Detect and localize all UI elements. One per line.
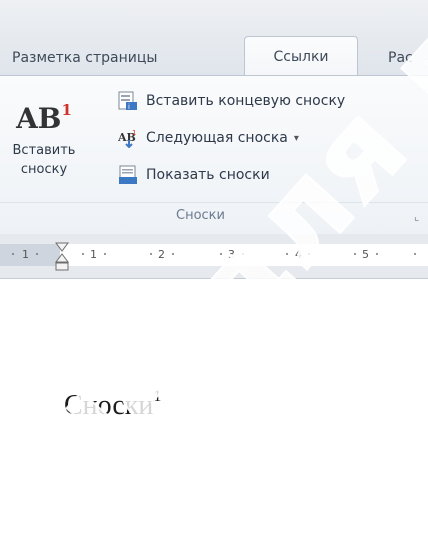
ruler-tick [82, 253, 84, 255]
tab-references[interactable]: Ссылки [244, 36, 358, 76]
insert-endnote-button[interactable]: i Вставить концевую сноску [118, 88, 345, 114]
dialog-launcher-icon[interactable]: ⌞ [414, 210, 419, 223]
indent-marker-icon[interactable] [55, 242, 69, 272]
next-footnote-dropdown-icon[interactable]: ▾ [294, 133, 299, 144]
tab-page-layout[interactable]: Разметка страницы [12, 41, 157, 75]
ruler-tick [150, 253, 152, 255]
ribbon-references-panel: AB1 Вставить сноску i Вставить концевую … [0, 75, 428, 235]
ruler-tick [376, 253, 378, 255]
insert-footnote-button[interactable]: AB1 Вставить сноску [6, 94, 82, 179]
ruler-number: 3 [228, 248, 235, 261]
insert-endnote-label: Вставить концевую сноску [146, 93, 346, 109]
insert-endnote-icon: i [118, 91, 138, 111]
insert-footnote-label: Вставить сноску [12, 143, 76, 177]
next-footnote-icon: AB 1 [117, 128, 138, 149]
show-notes-icon [118, 165, 138, 185]
svg-text:1: 1 [132, 129, 136, 137]
footnotes-group-label: Сноски [176, 208, 225, 223]
ruler-tick [104, 253, 106, 255]
ribbon-tab-strip: Разметка страницы Ссылки Рас [0, 0, 428, 76]
ruler-tick [242, 253, 244, 255]
ruler-number: 4 [295, 248, 302, 261]
ruler-tick [220, 253, 222, 255]
next-footnote-button[interactable]: AB 1 Следующая сноска ▾ [117, 125, 299, 151]
tab-review[interactable]: Рас [388, 41, 413, 75]
footnote-reference-mark[interactable]: 1 [153, 388, 161, 405]
svg-text:i: i [128, 103, 130, 111]
ruler-tick [36, 253, 38, 255]
group-separator [0, 202, 428, 203]
next-footnote-label: Следующая сноска [146, 130, 288, 146]
ruler-tick [172, 253, 174, 255]
ruler-left-margin [0, 244, 60, 266]
ruler-tick [354, 253, 356, 255]
horizontal-ruler[interactable]: 1 1 2 3 4 5 [0, 234, 428, 279]
ruler-tick [12, 253, 14, 255]
ruler-number: 1 [22, 248, 29, 261]
show-notes-button[interactable]: Показать сноски [118, 162, 270, 188]
show-notes-label: Показать сноски [146, 167, 270, 183]
ruler-number: 5 [362, 248, 369, 261]
ruler-tick [308, 253, 310, 255]
ruler-number: 2 [158, 248, 165, 261]
document-heading[interactable]: Сноски1 [64, 388, 161, 422]
ruler-number: 1 [90, 248, 97, 261]
ruler-tick [286, 253, 288, 255]
insert-footnote-icon: AB1 [16, 101, 72, 135]
ruler-tick [414, 253, 416, 255]
